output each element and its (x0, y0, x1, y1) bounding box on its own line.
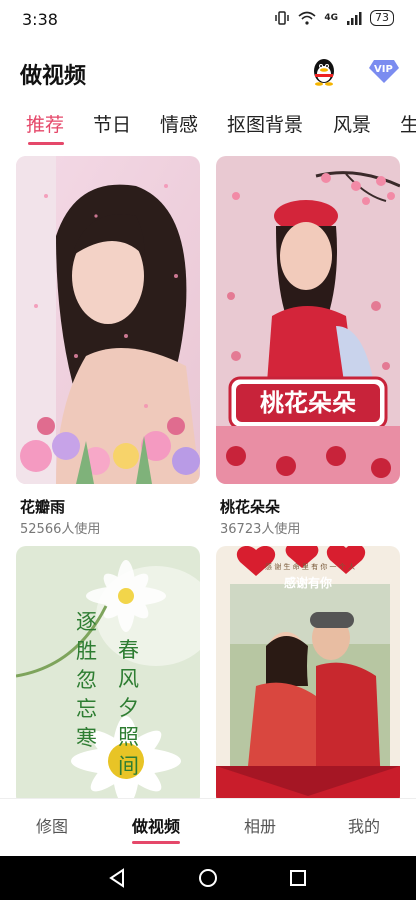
poem-char: 忘 (76, 697, 97, 721)
vip-label: VIP (374, 64, 393, 75)
home-icon[interactable] (198, 868, 218, 888)
template-card-peach-blossom[interactable]: 桃花朵朵 桃花朵朵 36723人使用 (216, 156, 400, 537)
poem-column-left: 逐 胜 忽 忘 寒 (76, 608, 100, 753)
template-usage-count: 52566人使用 (20, 522, 101, 537)
signal-type-label: 4G (324, 13, 338, 23)
tab-life[interactable]: 生 (400, 110, 416, 137)
poem-char: 逐 (76, 610, 97, 634)
vip-badge[interactable]: VIP (368, 58, 400, 84)
status-icons: 4G 73 (274, 10, 394, 26)
signal-icon (347, 12, 362, 25)
template-usage-count: 36723人使用 (220, 522, 301, 537)
header: 做视频 VIP (0, 52, 416, 92)
back-icon[interactable] (108, 868, 128, 888)
qq-penguin-icon[interactable] (310, 56, 338, 86)
tab-emotion[interactable]: 情感 (160, 110, 198, 137)
template-card-daisy-poem[interactable]: 逐 胜 忽 忘 寒 春 风 夕 照 间 (16, 546, 200, 806)
poem-char: 间 (118, 754, 139, 778)
template-thumbnail: 桃花朵朵 (216, 156, 400, 484)
wifi-icon (298, 11, 316, 25)
template-overlay-text: 桃花朵朵 (260, 389, 356, 417)
tab-cutout-background[interactable]: 抠图背景 (227, 110, 303, 137)
tab-scenery[interactable]: 风景 (333, 110, 371, 137)
template-thumbnail (16, 156, 200, 484)
poem-column-right: 春 风 夕 照 间 (118, 636, 142, 781)
poem-char: 忽 (76, 668, 97, 692)
status-bar: 3:38 4G 73 (0, 0, 416, 40)
template-thumbnail: 感 谢 生 命 里 有 你 一 个 人 感谢有你 (216, 546, 400, 806)
status-time: 3:38 (22, 10, 58, 29)
poem-char: 风 (118, 667, 139, 691)
template-thumbnail: 逐 胜 忽 忘 寒 春 风 夕 照 间 (16, 546, 200, 806)
template-card-couple-hearts[interactable]: 感 谢 生 命 里 有 你 一 个 人 感谢有你 (216, 546, 400, 806)
system-navigation-bar (0, 856, 416, 900)
nav-item-album[interactable]: 相册 (244, 813, 276, 837)
template-top-caption: 感 谢 生 命 里 有 你 一 个 人 (264, 563, 356, 571)
nav-active-indicator (132, 841, 180, 844)
poem-char: 夕 (118, 696, 139, 720)
nav-item-mine[interactable]: 我的 (348, 813, 380, 837)
page-title: 做视频 (20, 64, 87, 89)
poem-char: 照 (118, 725, 139, 749)
poem-char: 寒 (76, 726, 97, 750)
poem-char: 胜 (76, 639, 97, 663)
nav-item-edit-photo[interactable]: 修图 (36, 813, 68, 837)
tab-festival[interactable]: 节日 (93, 110, 131, 137)
template-title: 桃花朵朵 (220, 498, 281, 516)
nav-item-make-video[interactable]: 做视频 (132, 813, 180, 837)
template-title: 花瓣雨 (20, 498, 66, 516)
battery-indicator: 73 (370, 10, 394, 26)
vibrate-icon (275, 11, 290, 25)
bottom-navigation: 修图 做视频 相册 我的 (0, 798, 416, 856)
poem-char: 春 (118, 638, 139, 662)
category-tabs: 推荐 节日 情感 抠图背景 风景 生 (0, 108, 416, 148)
tab-active-indicator (28, 142, 64, 145)
template-card-petal-rain[interactable]: 花瓣雨 52566人使用 (16, 156, 200, 537)
template-banner-text: 感谢有你 (283, 576, 332, 590)
tab-recommend[interactable]: 推荐 (26, 110, 64, 137)
recent-apps-icon[interactable] (288, 868, 308, 888)
